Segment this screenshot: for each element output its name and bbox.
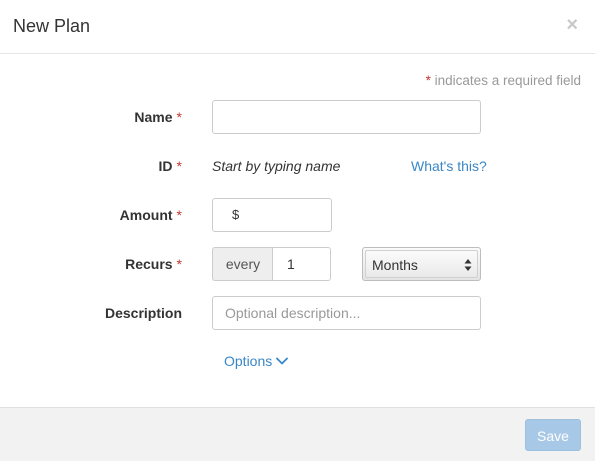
name-label-text: Name: [134, 109, 173, 125]
period-select[interactable]: Months: [362, 247, 481, 281]
recurs-label: Recurs *: [125, 247, 182, 281]
id-label: ID *: [159, 149, 182, 183]
amount-row: Amount * $: [0, 198, 595, 233]
period-selected-value: Months: [372, 257, 418, 273]
recurs-label-text: Recurs: [125, 256, 173, 272]
required-star: *: [176, 109, 182, 125]
recurs-row: Recurs* every Months: [0, 247, 595, 281]
amount-label-text: Amount: [119, 207, 173, 223]
description-label-text: Description: [104, 305, 182, 321]
currency-prefix: $: [232, 207, 240, 222]
id-hint: Start by typing name: [212, 158, 341, 174]
modal-title: New Plan: [13, 16, 91, 36]
amount-field[interactable]: $: [212, 198, 332, 233]
options-toggle[interactable]: Options: [224, 351, 289, 371]
name-row: Name *: [0, 100, 595, 134]
whats-this-link[interactable]: What's this?: [411, 149, 487, 183]
modal-header: New Plan ×: [0, 0, 595, 54]
new-plan-modal: New Plan × * indicates a required field …: [0, 0, 595, 461]
id-row: ID * Start by typing name What's this?: [0, 149, 595, 183]
required-field-note: * indicates a required field: [426, 73, 581, 88]
period-select-face: Months: [365, 250, 478, 278]
amount-label: Amount *: [120, 198, 182, 232]
recur-count-input[interactable]: [272, 247, 331, 281]
close-icon[interactable]: ×: [566, 14, 578, 36]
description-row: Description: [0, 296, 595, 330]
modal-footer: Save: [0, 407, 595, 461]
updown-arrows-icon: [464, 259, 472, 271]
required-star: *: [425, 73, 431, 88]
description-input[interactable]: [212, 296, 481, 330]
save-button[interactable]: Save: [525, 419, 581, 451]
required-note-text: indicates a required field: [434, 73, 581, 88]
amount-input[interactable]: [247, 199, 331, 233]
required-star: *: [176, 207, 182, 223]
name-label: Name *: [134, 100, 182, 134]
required-star: *: [176, 256, 182, 272]
name-input[interactable]: [212, 100, 481, 134]
description-label: Description: [105, 296, 182, 330]
id-label-text: ID: [158, 158, 173, 174]
every-addon: every: [212, 247, 273, 281]
options-label: Options: [224, 353, 273, 369]
chevron-down-icon: [276, 357, 289, 365]
required-star: *: [176, 158, 182, 174]
